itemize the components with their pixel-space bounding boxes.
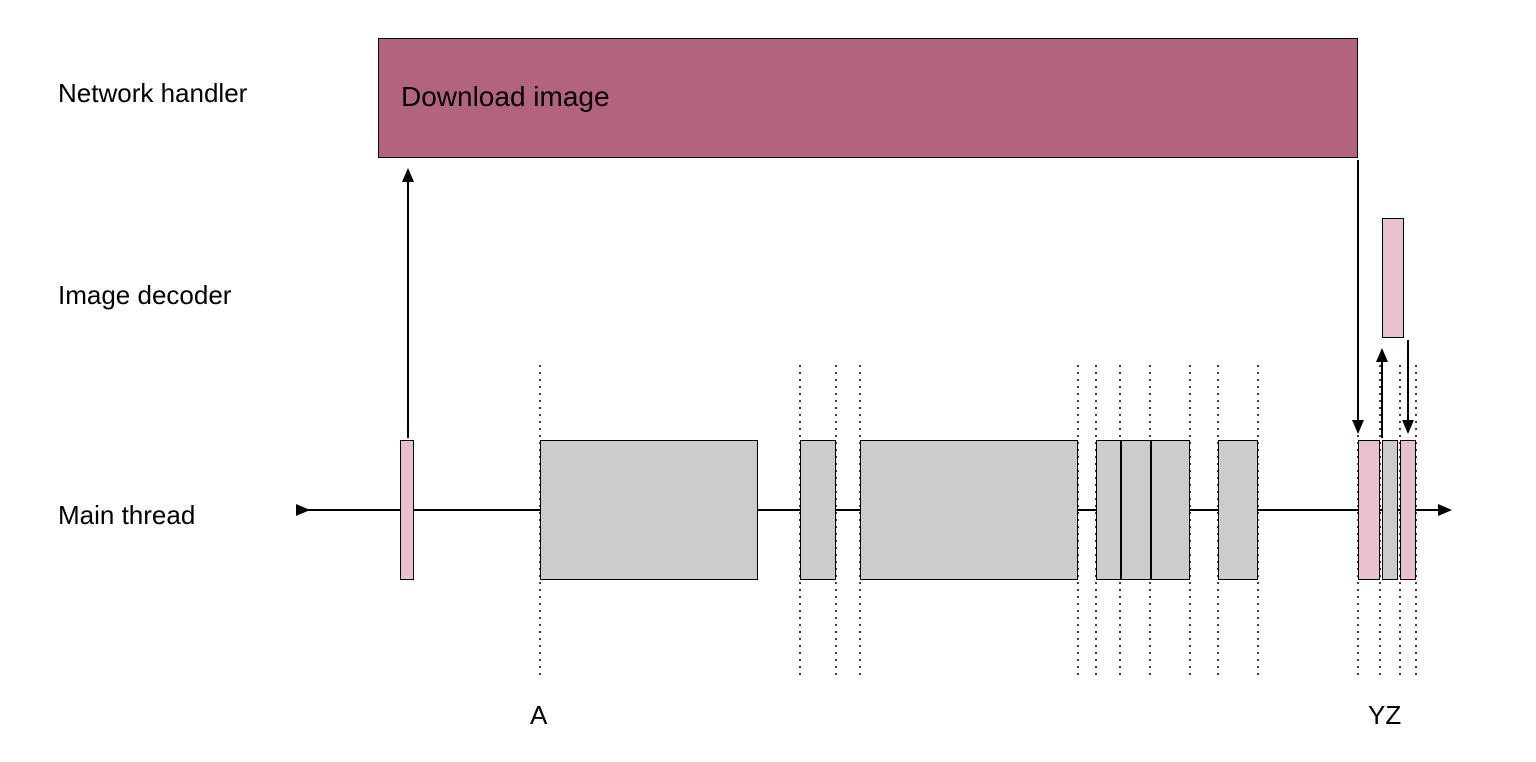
network-download-block: Download image <box>378 38 1358 158</box>
main-block-5 <box>1218 440 1258 580</box>
main-block-8 <box>1400 440 1416 580</box>
main-block-0 <box>400 440 414 580</box>
main-block-2 <box>800 440 836 580</box>
main-block-6 <box>1358 440 1380 580</box>
main-block-3 <box>860 440 1078 580</box>
decoder-block <box>1382 218 1404 338</box>
main-block-7 <box>1382 440 1398 580</box>
marker-label-a: A <box>530 700 547 731</box>
inner-divider-1 <box>1120 440 1122 580</box>
download-image-label: Download image <box>401 81 610 113</box>
thread-timeline-diagram: Network handler Image decoder Main threa… <box>0 0 1536 762</box>
main-block-4 <box>1096 440 1190 580</box>
marker-label-yz: YZ <box>1368 700 1401 731</box>
inner-divider-2 <box>1150 440 1152 580</box>
main-block-1 <box>540 440 758 580</box>
